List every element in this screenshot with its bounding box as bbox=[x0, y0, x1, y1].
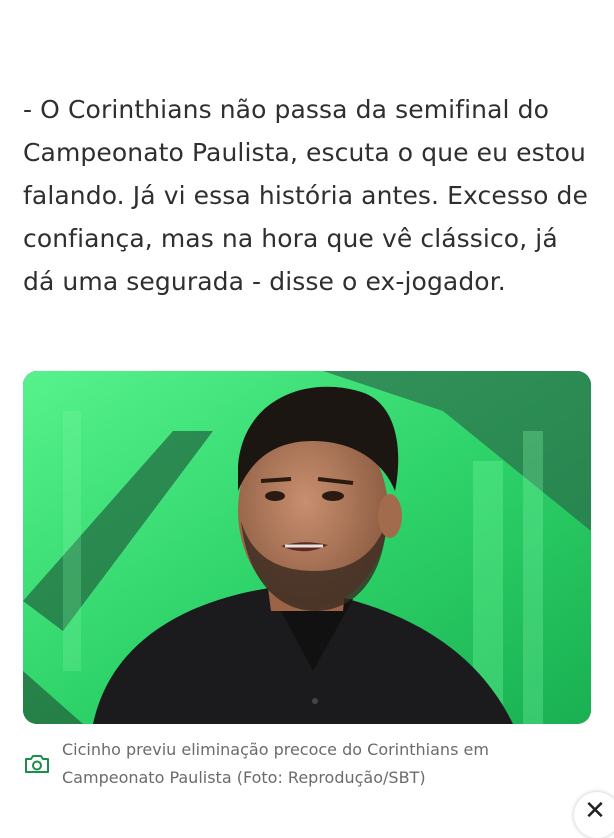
photo-illustration bbox=[23, 371, 591, 724]
article-photo[interactable] bbox=[23, 371, 591, 724]
caption-text: Cicinho previu eliminação precoce do Cor… bbox=[62, 740, 489, 787]
article-paragraph: - O Corinthians não passa da semifinal d… bbox=[23, 95, 588, 296]
close-button[interactable]: ✕ bbox=[574, 792, 614, 838]
article-body: - O Corinthians não passa da semifinal d… bbox=[23, 88, 591, 303]
close-icon: ✕ bbox=[584, 796, 606, 826]
photo-caption: Cicinho previu eliminação precoce do Cor… bbox=[23, 736, 591, 792]
camera-icon bbox=[25, 755, 49, 773]
